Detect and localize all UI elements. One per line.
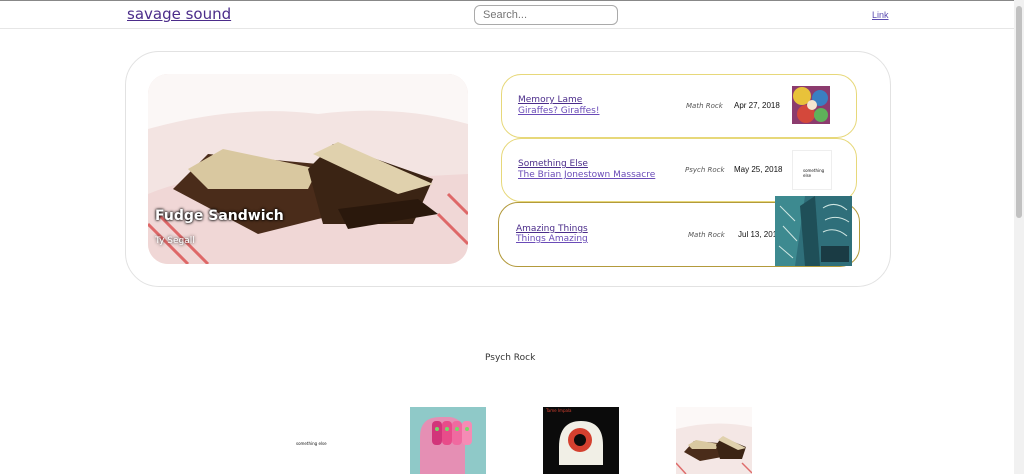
track-date: May 25, 2018 — [734, 165, 783, 174]
black-head-cover-icon[interactable]: Tame Impala — [543, 407, 619, 474]
psychedelic-collage-cover-icon[interactable] — [792, 86, 830, 124]
track-title-link[interactable]: Memory Lame — [518, 95, 582, 105]
track-date: Apr 27, 2018 — [734, 101, 780, 110]
cover-text: Tame Impala — [546, 408, 572, 413]
teal-illustrated-cover-icon[interactable] — [775, 196, 852, 266]
track-genre: Psych Rock — [685, 166, 725, 174]
track-genre: Math Rock — [688, 231, 725, 239]
scrollbar-thumb[interactable] — [1016, 6, 1022, 218]
track-artist-link[interactable]: The Brian Jonestown Massacre — [518, 170, 655, 180]
sandwich-photo-icon — [148, 74, 468, 264]
nav-link[interactable]: Link — [872, 10, 889, 20]
hero-image[interactable] — [148, 74, 468, 264]
sandwich-photo-cover-icon[interactable] — [676, 407, 752, 474]
hero-title[interactable]: Fudge Sandwich — [155, 208, 284, 224]
search-input[interactable] — [474, 5, 618, 25]
hero-artist[interactable]: Ty Segall — [155, 236, 195, 246]
white-minimal-cover-icon[interactable]: something else — [276, 407, 352, 474]
cover-text: something else — [296, 441, 327, 446]
top-navbar: savage sound Link — [0, 0, 1014, 29]
cover-text: something else — [803, 168, 825, 178]
genre-section-title: Psych Rock — [485, 353, 536, 363]
track-artist-link[interactable]: Giraffes? Giraffes! — [518, 106, 599, 116]
track-genre: Math Rock — [686, 102, 723, 110]
white-minimal-cover-icon[interactable]: something else — [792, 150, 832, 190]
track-title-link[interactable]: Something Else — [518, 159, 588, 169]
pink-faces-cover-icon[interactable] — [410, 407, 486, 474]
brand-link[interactable]: savage sound — [127, 5, 231, 23]
track-artist-link[interactable]: Things Amazing — [516, 234, 588, 244]
track-title-link[interactable]: Amazing Things — [516, 224, 588, 234]
